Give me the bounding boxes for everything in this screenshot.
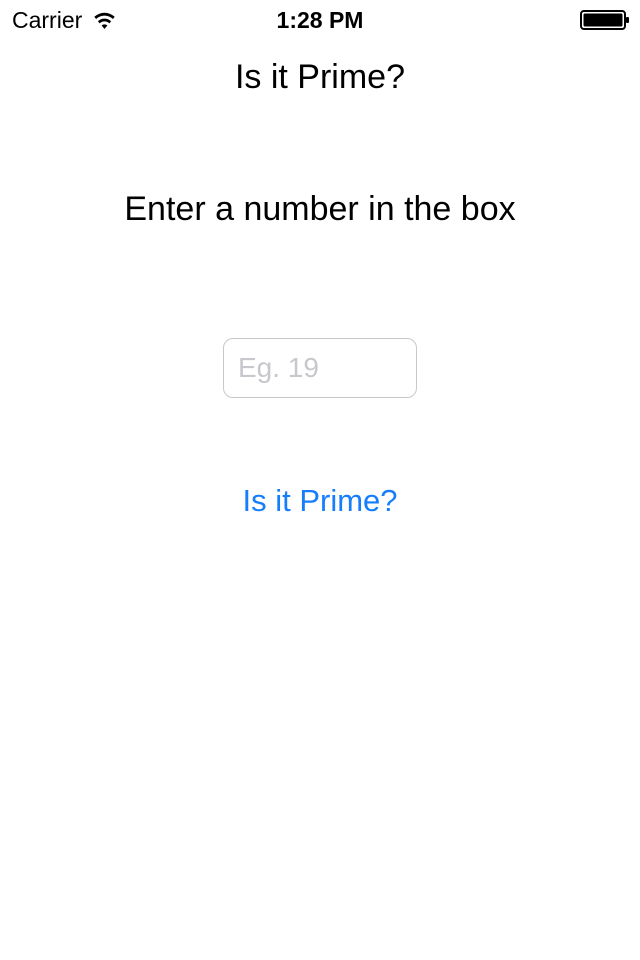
is-it-prime-button[interactable]: Is it Prime? [200, 478, 440, 524]
number-input[interactable] [223, 338, 417, 398]
status-bar: Carrier 1:28 PM [0, 0, 640, 40]
status-time: 1:28 PM [276, 7, 364, 33]
battery-full-icon [580, 10, 629, 30]
page-title: Is it Prime? [234, 58, 406, 96]
instruction-label: Enter a number in the box [124, 190, 516, 228]
